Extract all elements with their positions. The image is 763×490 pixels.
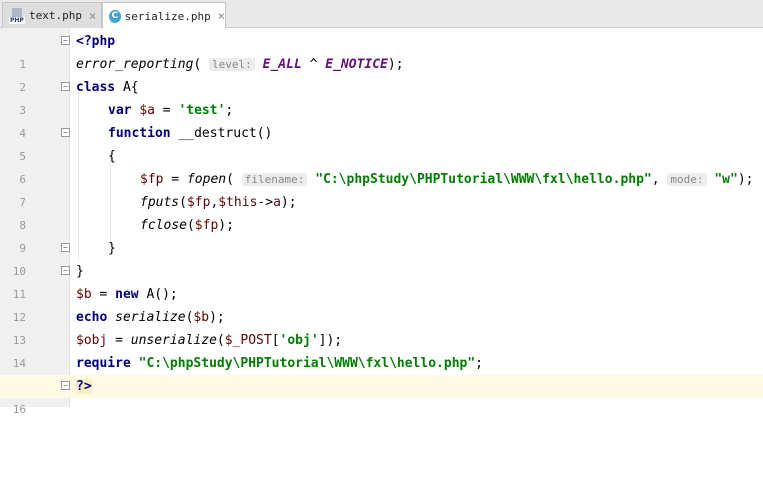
php-class-icon: C: [109, 9, 121, 23]
punctuation: (: [186, 218, 195, 233]
keyword: var: [108, 103, 132, 118]
method-name: __destruct(): [170, 126, 273, 141]
code-line: 6 {: [0, 145, 763, 186]
punctuation: (: [216, 333, 225, 348]
function-name: error_reporting: [76, 57, 194, 72]
php-close-tag: ?>: [76, 379, 92, 394]
parameter-hint: filename:: [241, 173, 308, 186]
fold-collapse-icon[interactable]: −: [61, 128, 70, 137]
variable: $b: [193, 310, 210, 325]
code-line: 9 fclose($fp);: [0, 214, 763, 255]
class-name: A{: [115, 80, 139, 95]
code-line: 14 $obj = unserialize($_POST['obj']);: [0, 329, 763, 370]
keyword: require: [76, 356, 131, 371]
punctuation: ]);: [318, 333, 343, 348]
editor-tab-bar: PHP text.php × C serialize.php ×: [0, 0, 763, 29]
string-literal: "C:\phpStudy\PHPTutorial\WWW\fxl\hello.p…: [138, 356, 476, 371]
code-line: 5 − function __destruct(): [0, 122, 763, 163]
keyword: class: [76, 80, 116, 95]
code-line: 7 $fp = fopen( filename: "C:\phpStudy\PH…: [0, 168, 763, 209]
punctuation: (: [226, 172, 234, 187]
punctuation: );: [218, 218, 234, 233]
punctuation: );: [280, 195, 297, 210]
close-icon[interactable]: ×: [218, 10, 225, 22]
code-line: 10 − }: [0, 237, 763, 278]
constant: E_ALL: [262, 57, 302, 72]
tab-label: serialize.php: [124, 9, 211, 23]
string-literal: "C:\phpStudy\PHPTutorial\WWW\fxl\hello.p…: [315, 172, 652, 187]
operator: =: [91, 287, 116, 302]
punctuation: ;: [475, 356, 483, 371]
fold-collapse-icon[interactable]: −: [61, 36, 70, 45]
keyword: new: [115, 287, 139, 302]
punctuation: );: [737, 172, 754, 187]
punctuation: {: [108, 149, 116, 164]
function-name: fopen: [186, 172, 227, 187]
line-number: 16: [12, 403, 26, 416]
string-literal: 'obj': [279, 333, 319, 348]
constant: E_NOTICE: [325, 57, 388, 72]
php-file-icon: PHP: [9, 7, 25, 24]
fold-end-icon[interactable]: −: [61, 381, 70, 390]
variable: $fp: [194, 218, 219, 233]
operator: =: [107, 333, 131, 348]
tab-label: text.php: [29, 9, 82, 22]
variable: $_POST: [224, 333, 272, 348]
parameter-hint: level:: [209, 58, 255, 71]
class-call: A();: [138, 287, 178, 302]
operator: =: [154, 103, 179, 118]
php-open-tag: <?php: [76, 34, 116, 49]
function-name: serialize: [115, 310, 186, 325]
punctuation: }: [108, 241, 116, 256]
variable: $b: [76, 287, 92, 302]
keyword: function: [108, 126, 171, 141]
variable: $a: [139, 103, 155, 118]
punctuation: [: [271, 333, 280, 348]
string-literal: "w": [714, 172, 738, 187]
fold-collapse-icon[interactable]: −: [61, 82, 70, 91]
variable: $obj: [76, 333, 108, 348]
code-line: 8 fputs($fp,$this->a);: [0, 191, 763, 232]
code-line: 2 error_reporting( level: E_ALL ^ E_NOTI…: [0, 53, 763, 94]
variable: $fp: [140, 172, 164, 187]
punctuation: );: [209, 310, 225, 325]
operator: ^: [301, 57, 326, 72]
tab-text-php[interactable]: PHP text.php ×: [2, 2, 102, 28]
punctuation: (: [193, 57, 202, 72]
property: a: [273, 195, 281, 210]
fold-end-icon[interactable]: −: [61, 243, 70, 252]
close-icon[interactable]: ×: [89, 10, 96, 22]
punctuation: }: [76, 264, 84, 279]
punctuation: ,: [651, 172, 668, 187]
variable: $this: [218, 195, 258, 210]
variable: $fp: [186, 195, 211, 210]
code-editor[interactable]: 1 − <?php 2 error_reporting( level: E_AL…: [0, 28, 763, 416]
punctuation: (: [179, 195, 187, 210]
code-line: 11 − }: [0, 260, 763, 301]
code-line: 12 $b = new A();: [0, 283, 763, 324]
code-line: 4 var $a = 'test';: [0, 99, 763, 140]
function-name: fclose: [140, 218, 187, 233]
punctuation: ;: [225, 103, 234, 118]
fold-end-icon[interactable]: −: [61, 266, 70, 275]
operator: =: [163, 172, 187, 187]
code-line: 15 require "C:\phpStudy\PHPTutorial\WWW\…: [0, 352, 763, 393]
string-literal: 'test': [178, 103, 226, 118]
parameter-hint: mode:: [667, 173, 707, 186]
tab-serialize-php[interactable]: C serialize.php ×: [102, 2, 226, 29]
function-name: unserialize: [130, 333, 217, 348]
current-line[interactable]: 16 − ?>: [0, 375, 763, 416]
operator: ->: [257, 195, 274, 210]
keyword: echo: [76, 310, 108, 325]
code-line: 3 − class A{: [0, 76, 763, 117]
code-line: 13 echo serialize($b);: [0, 306, 763, 347]
code-line: 1 − <?php: [0, 30, 763, 71]
function-name: fputs: [140, 195, 180, 210]
punctuation: );: [387, 57, 404, 72]
